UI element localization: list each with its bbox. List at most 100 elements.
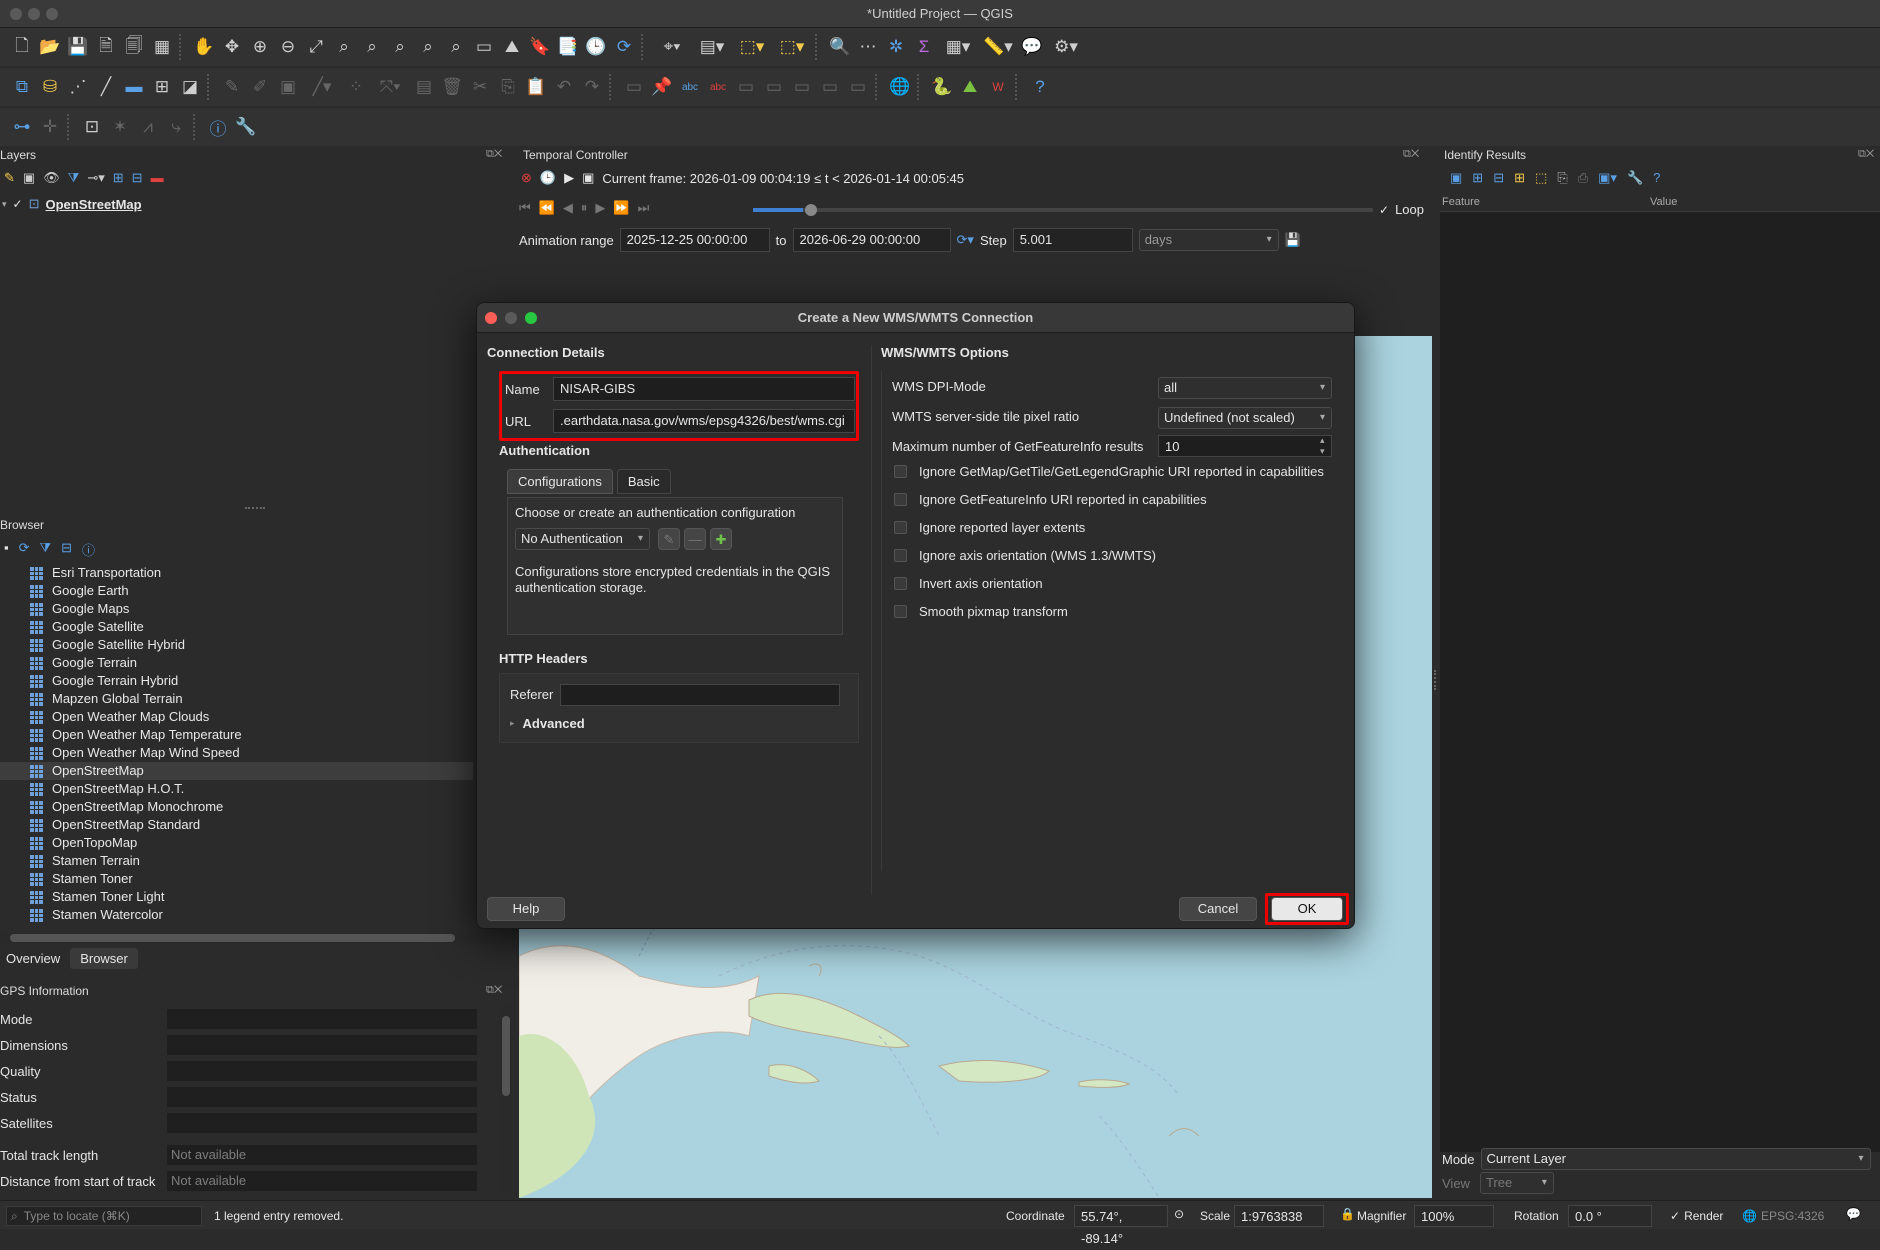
browser-item[interactable]: Google Satellite Hybrid (0, 636, 473, 654)
collapse-browser-icon[interactable]: ⊟ (61, 540, 72, 559)
select-features-icon[interactable]: ⬚▾ (732, 33, 772, 61)
annotation-icon[interactable]: ⚙▾ (1046, 33, 1086, 61)
loop-checkbox[interactable]: ✓ (1379, 203, 1389, 217)
url-input[interactable]: .earthdata.nasa.gov/wms/epsg4326/best/wm… (553, 409, 855, 433)
layer-name[interactable]: OpenStreetMap (46, 197, 142, 212)
play-forward-icon[interactable]: ▶ (595, 200, 605, 216)
rotation-input[interactable]: 0.0 ° (1568, 1205, 1652, 1227)
pin-labels-icon[interactable]: 📌 (648, 73, 676, 101)
wms-option-row[interactable]: Ignore axis orientation (WMS 1.3/WMTS) (894, 541, 1344, 569)
delete-selected-icon[interactable]: 🗑 (438, 73, 466, 101)
layer-row-openstreetmap[interactable]: ▾ ✓ ⊡ OpenStreetMap (2, 196, 142, 212)
new-print-layout-icon[interactable]: 🗎 (92, 33, 120, 61)
add-selected-layers-icon[interactable]: ▪ (4, 540, 9, 559)
filter-expression-icon[interactable]: ⊸▾ (87, 170, 104, 186)
browser-item[interactable]: Google Terrain Hybrid (0, 672, 473, 690)
label-properties-icon[interactable]: ▭ (844, 73, 872, 101)
wms-option-row[interactable]: Ignore reported layer extents (894, 513, 1344, 541)
modify-attributes-icon[interactable]: ▤ (410, 73, 438, 101)
new-virtual-layer-icon[interactable]: ⊞ (148, 73, 176, 101)
wms-option-row[interactable]: Smooth pixmap transform (894, 597, 1344, 625)
cut-features-icon[interactable]: ✂ (466, 73, 494, 101)
change-label-icon[interactable]: ▭ (816, 73, 844, 101)
help-contents-icon[interactable]: ? (1026, 73, 1054, 101)
scale-input[interactable]: 1:9763838 (1234, 1205, 1324, 1227)
clear-results-icon[interactable]: ⬚ (1535, 170, 1547, 186)
add-group-icon[interactable]: ▣ (23, 170, 35, 186)
wrench-tool-icon[interactable]: 🔧 (232, 113, 260, 141)
option-checkbox[interactable] (894, 492, 907, 506)
expand-arrow-icon[interactable]: ▾ (2, 199, 7, 210)
rewind-start-icon[interactable]: ⏮ (519, 200, 531, 216)
node-tool-icon[interactable]: ⤧▾ (370, 73, 410, 101)
tab-basic[interactable]: Basic (616, 469, 671, 494)
new-mesh-layer-icon[interactable]: ◪ (176, 73, 204, 101)
label-tool-icon[interactable]: ▭ (620, 73, 648, 101)
browser-item[interactable]: OpenStreetMap Monochrome (0, 798, 473, 816)
option-checkbox[interactable] (894, 520, 907, 534)
panel-float-close-icon[interactable]: ⧉✕ (1403, 148, 1419, 161)
digitize-points-icon[interactable]: ⋰ (64, 73, 92, 101)
lock-scale-icon[interactable]: 🔒 (1340, 1207, 1355, 1221)
filter-browser-icon[interactable]: ⧩ (40, 540, 52, 559)
range-end-input[interactable]: 2026-06-29 00:00:00 (792, 228, 951, 252)
statistics-sigma-icon[interactable]: Σ (910, 33, 938, 61)
render-checkbox[interactable]: ✓ (1670, 1209, 1680, 1223)
save-edits-icon[interactable]: ▣ (274, 73, 302, 101)
deselect-features-icon[interactable]: ⬚▾ (772, 33, 812, 61)
step-input[interactable]: 5.001 (1012, 228, 1133, 252)
dialog-zoom-icon[interactable] (525, 312, 537, 324)
new-line-layer-icon[interactable]: ╱ (92, 73, 120, 101)
data-source-manager-icon[interactable]: ⛁ (36, 73, 64, 101)
option-checkbox[interactable] (894, 548, 907, 562)
tab-overview[interactable]: Overview (0, 948, 67, 969)
skip-end-icon[interactable]: ⏭ (638, 200, 650, 216)
collapse-tree-icon[interactable]: ⊟ (1493, 170, 1504, 186)
open-project-icon[interactable]: 📂 (36, 33, 64, 61)
option-checkbox[interactable] (894, 464, 907, 478)
dialog-close-icon[interactable] (485, 312, 497, 324)
label-abc-red-icon[interactable]: abc (704, 73, 732, 101)
splitter-handle[interactable] (1434, 670, 1438, 690)
next-frame-icon[interactable]: ⏩ (613, 200, 629, 216)
tab-configurations[interactable]: Configurations (507, 469, 613, 494)
option-checkbox[interactable] (894, 604, 907, 618)
cancel-button[interactable]: Cancel (1179, 897, 1257, 921)
max-gfi-input[interactable]: 10 (1158, 435, 1332, 457)
zoom-native-icon[interactable]: ⌕ (386, 33, 414, 61)
turn-off-temporal-icon[interactable]: ⊗ (521, 170, 532, 186)
dialog-minimize-icon[interactable] (505, 312, 517, 324)
browser-item[interactable]: Stamen Watercolor (0, 906, 473, 924)
render-toggle[interactable]: ✓ Render (1670, 1209, 1723, 1223)
browser-item[interactable]: Google Earth (0, 582, 473, 600)
messages-icon[interactable]: 💬 (1846, 1207, 1861, 1221)
vertex-tool-icon[interactable]: ⁘ (342, 73, 370, 101)
new-bookmark-icon[interactable]: 🔖 (526, 33, 554, 61)
select-features-mode-icon[interactable]: ▣▾ (1598, 170, 1617, 186)
view-select[interactable]: Tree (1479, 1172, 1554, 1194)
advanced-digitizing-icon[interactable]: ⊶ (8, 113, 36, 141)
shape-digitize-icon[interactable]: ⊡ (78, 113, 106, 141)
auth-config-select[interactable]: No Authentication (515, 528, 650, 550)
movie-mode-icon[interactable]: ▣ (582, 170, 594, 186)
ok-button[interactable]: OK (1271, 897, 1343, 921)
open-field-calculator-icon[interactable]: ▤▾ (692, 33, 732, 61)
browser-item[interactable]: OpenStreetMap H.O.T. (0, 780, 473, 798)
show-bookmarks-icon[interactable]: 📑 (554, 33, 582, 61)
new-polygon-layer-icon[interactable]: ▬ (120, 73, 148, 101)
new-map-view-icon[interactable]: ▭ (470, 33, 498, 61)
browser-item[interactable]: Google Satellite (0, 618, 473, 636)
identify-help-icon[interactable]: ? (1653, 170, 1660, 186)
fixed-range-icon[interactable]: 🕒 (540, 170, 556, 186)
max-gfi-spin-icon[interactable]: ▴ ▾ (1320, 435, 1325, 457)
tile-ratio-select[interactable]: Undefined (not scaled) (1158, 407, 1332, 429)
gps-scrollbar[interactable] (500, 1006, 512, 1192)
digitize-line-icon[interactable]: ╱▾ (302, 73, 342, 101)
splitter-handle[interactable] (245, 507, 265, 509)
magnifier-input[interactable]: 100% (1414, 1205, 1494, 1227)
edit-pencil-icon[interactable]: ✐ (246, 73, 274, 101)
browser-item[interactable]: Stamen Toner (0, 870, 473, 888)
zoom-in-icon[interactable]: ⊕ (246, 33, 274, 61)
animated-mode-icon[interactable]: ▶ (564, 170, 574, 186)
zoom-full-icon[interactable]: ⤢ (302, 33, 330, 61)
